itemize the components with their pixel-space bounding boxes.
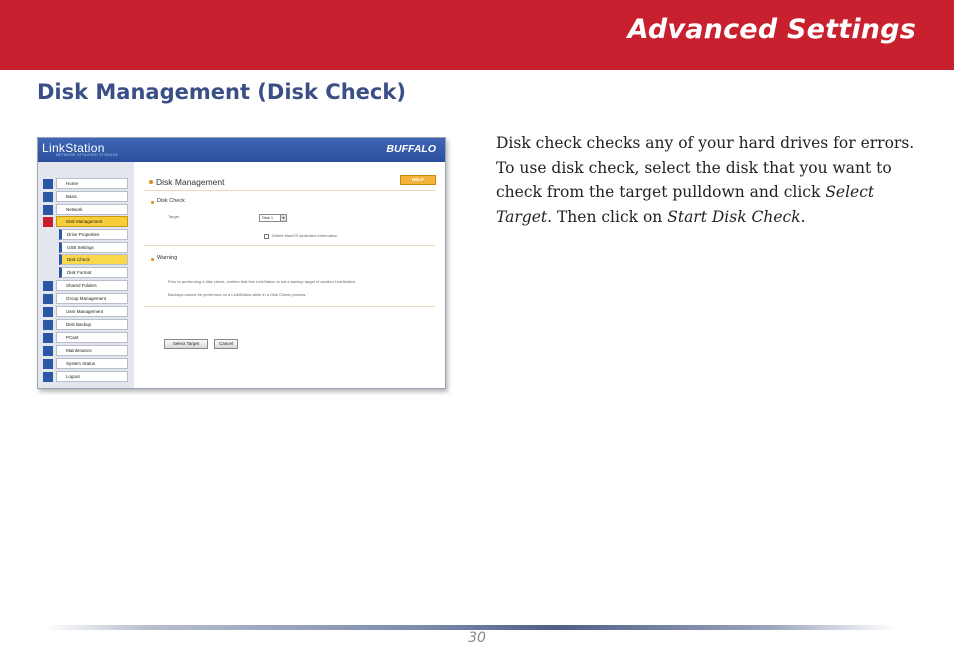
nav-label: Maintenance [56,345,128,356]
nav-label: Shared Folders [56,280,128,291]
delete-macos-checkbox [264,234,269,239]
maintenance-icon [43,346,53,356]
help-button: HELP [400,175,436,185]
buffalo-logo: BUFFALO [386,143,436,155]
nav-item-drive-properties: Drive Properties [43,229,128,241]
nav-label: Disk Backup [56,319,128,330]
nav-label: System Status [56,358,128,369]
select-target-button: Select Target [164,339,208,349]
start-disk-check-ref: Start Disk Check [667,207,801,226]
nav-item-system-status: System Status [43,358,128,370]
nav-item-disk-check: Disk Check [43,254,128,266]
network-icon [43,205,53,215]
nav-label: Disk Check [59,254,128,265]
cancel-button: Cancel [214,339,238,349]
folder-icon [43,281,53,291]
logout-icon [43,372,53,382]
nav-label: Group Management [56,293,128,304]
target-label: Target [168,214,180,219]
nav-label: Drive Properties [59,229,128,240]
embedded-screenshot: LinkStation NETWORK ATTACHED STORAGE BUF… [37,137,446,389]
nav-label: USB Settings [59,242,128,253]
nav-label: Disk Management [56,216,128,227]
target-value: Disk 1 [262,215,274,220]
backup-icon [43,320,53,330]
warning-line-1: Prior to performing a disk check, confir… [168,279,357,284]
nav-item-disk-backup: Disk Backup [43,319,128,331]
nav-label: Network [56,204,128,215]
divider [144,245,435,246]
page-number: 30 [468,630,486,646]
section-title: Disk Management (Disk Check) [37,80,406,104]
logo-subtitle: NETWORK ATTACHED STORAGE [56,153,119,157]
status-icon [43,359,53,369]
nav-item-user-management: User Management [43,306,128,318]
nav-item-basic: Basic [43,191,128,203]
pcast-icon [43,333,53,343]
divider [144,306,435,307]
nav-label: Disk Format [59,267,128,278]
screenshot-main-panel: Disk Management HELP Disk Check Target D… [134,162,445,388]
nav-item-maintenance: Maintenance [43,345,128,357]
nav-item-disk-management: Disk Management [43,216,128,228]
nav-label: User Management [56,306,128,317]
nav-label: Basic [56,191,128,202]
warning-heading: Warning [157,255,178,261]
group-icon [43,294,53,304]
nav-label: Logout [56,371,128,382]
checkbox-label: Delete MacOS dedicated information [272,233,338,238]
body-text-3: . [800,207,806,226]
screenshot-sidebar: Home Basic Network Disk Management Drive… [38,162,134,388]
disk-management-title: Disk Management [156,177,225,187]
screenshot-banner: LinkStation NETWORK ATTACHED STORAGE BUF… [38,138,445,162]
nav-item-shared-folders: Shared Folders [43,280,128,292]
nav-label: Home [56,178,128,189]
bullet-icon [151,258,154,261]
nav-item-pcast: PCast [43,332,128,344]
bullet-icon [151,201,154,204]
nav-item-network: Network [43,204,128,216]
divider [144,190,435,191]
user-icon [43,307,53,317]
disk-check-heading: Disk Check [157,198,185,204]
basic-icon [43,192,53,202]
body-paragraph: Disk check checks any of your hard drive… [496,131,916,229]
nav-item-disk-format: Disk Format [43,267,128,279]
warning-line-2: Backups cannot be performed on a LinkSta… [168,292,307,297]
bullet-icon [149,180,153,184]
nav-item-logout: Logout [43,371,128,383]
chevron-down-icon: ▼ [280,215,286,221]
target-select: Disk 1 ▼ [259,214,287,222]
nav-item-group-management: Group Management [43,293,128,305]
nav-item-usb-settings: USB Settings [43,242,128,254]
nav-label: PCast [56,332,128,343]
page-header-title: Advanced Settings [627,14,916,45]
body-text-2: . Then click on [547,207,668,226]
disk-icon [43,217,53,227]
nav-item-home: Home [43,178,128,190]
home-icon [43,179,53,189]
